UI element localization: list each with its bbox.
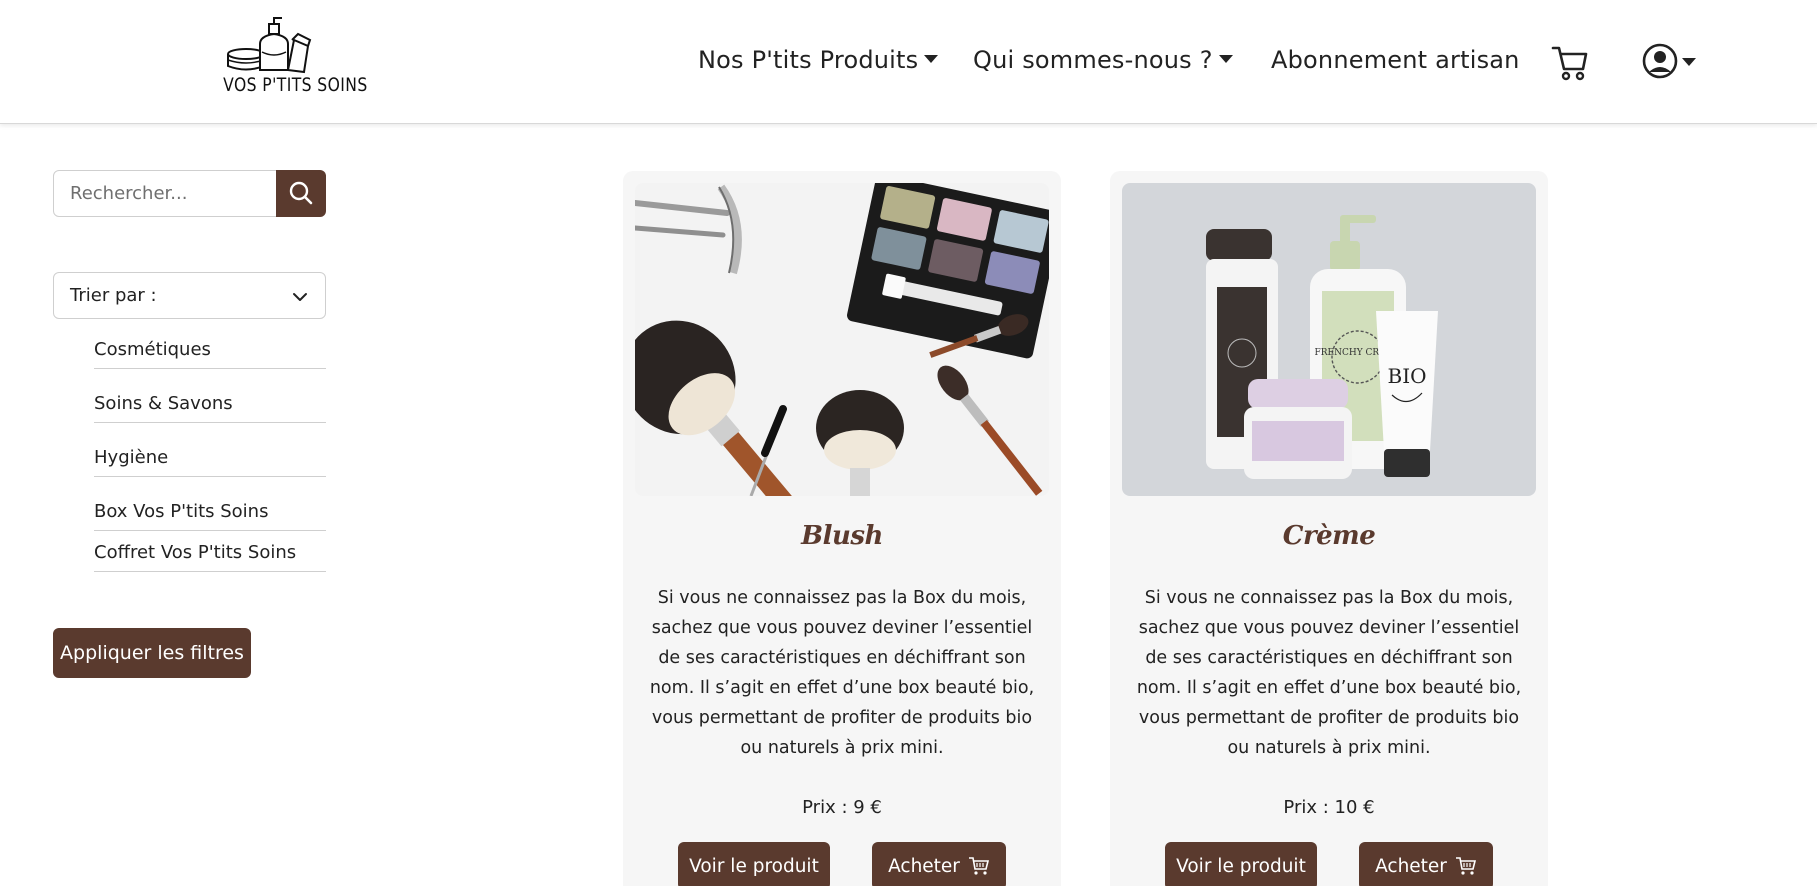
cart-icon xyxy=(1455,857,1476,875)
product-card: FRENCHY CREAM BIO Crème Si vous ne conna… xyxy=(1110,171,1548,886)
user-menu-dropdown[interactable] xyxy=(1642,42,1702,80)
search-bar xyxy=(53,170,326,217)
nav-about-dropdown[interactable]: Qui sommes-nous ? xyxy=(973,46,1233,74)
sort-label: Trier par : xyxy=(70,285,157,306)
search-icon xyxy=(289,181,313,205)
product-description: Si vous ne connaissez pas la Box du mois… xyxy=(1136,588,1522,758)
product-title: Blush xyxy=(801,521,883,551)
buy-button-label: Acheter xyxy=(1375,855,1447,877)
view-product-button[interactable]: Voir le produit xyxy=(1165,842,1317,886)
cart-icon xyxy=(968,857,989,875)
nav-subscription-link[interactable]: Abonnement artisan xyxy=(1271,46,1520,74)
product-image: FRENCHY CREAM BIO xyxy=(1122,183,1536,496)
nav-products-dropdown[interactable]: Nos P'tits Produits xyxy=(698,46,939,74)
tube-label: BIO xyxy=(1388,364,1427,388)
brand-logo[interactable]: VOS P'TITS SOINS xyxy=(212,16,368,104)
user-circle-icon xyxy=(1642,43,1696,79)
product-price: Prix : 10 € xyxy=(1283,797,1375,818)
shopping-cart-icon[interactable] xyxy=(1550,42,1590,82)
makeup-photo-image xyxy=(635,183,1049,496)
nav-about-label: Qui sommes-nous ? xyxy=(973,46,1213,74)
logo-bottles-icon xyxy=(227,17,312,74)
product-image xyxy=(635,183,1049,496)
buy-button-label: Acheter xyxy=(888,855,960,877)
category-item-box[interactable]: Box Vos P'tits Soins xyxy=(94,492,326,531)
product-price: Prix : 9 € xyxy=(802,797,882,818)
product-card: Blush Si vous ne connaissez pas la Box d… xyxy=(623,171,1061,886)
site-header: VOS P'TITS SOINS Nos P'tits Produits Qui… xyxy=(0,0,1817,124)
chevron-down-icon xyxy=(293,293,307,301)
buy-button[interactable]: Acheter xyxy=(1359,842,1493,886)
view-product-button[interactable]: Voir le produit xyxy=(678,842,830,886)
category-item-soins-savons[interactable]: Soins & Savons xyxy=(94,384,326,423)
sort-select[interactable]: Trier par : xyxy=(53,272,326,319)
product-description: Si vous ne connaissez pas la Box du mois… xyxy=(649,588,1035,758)
search-button[interactable] xyxy=(276,170,326,217)
product-title: Crème xyxy=(1282,521,1376,551)
search-input[interactable] xyxy=(53,170,277,217)
caret-down-icon xyxy=(924,55,939,63)
buy-button[interactable]: Acheter xyxy=(872,842,1006,886)
cream-products-photo-image: FRENCHY CREAM BIO xyxy=(1122,183,1536,496)
logo-text: VOS P'TITS SOINS xyxy=(223,74,368,96)
apply-filters-button[interactable]: Appliquer les filtres xyxy=(53,628,251,678)
nav-products-label: Nos P'tits Produits xyxy=(698,46,919,74)
category-item-coffret[interactable]: Coffret Vos P'tits Soins xyxy=(94,533,326,572)
category-item-hygiene[interactable]: Hygiène xyxy=(94,438,326,477)
caret-down-icon xyxy=(1218,55,1233,63)
category-item-cosmetiques[interactable]: Cosmétiques xyxy=(94,330,326,369)
